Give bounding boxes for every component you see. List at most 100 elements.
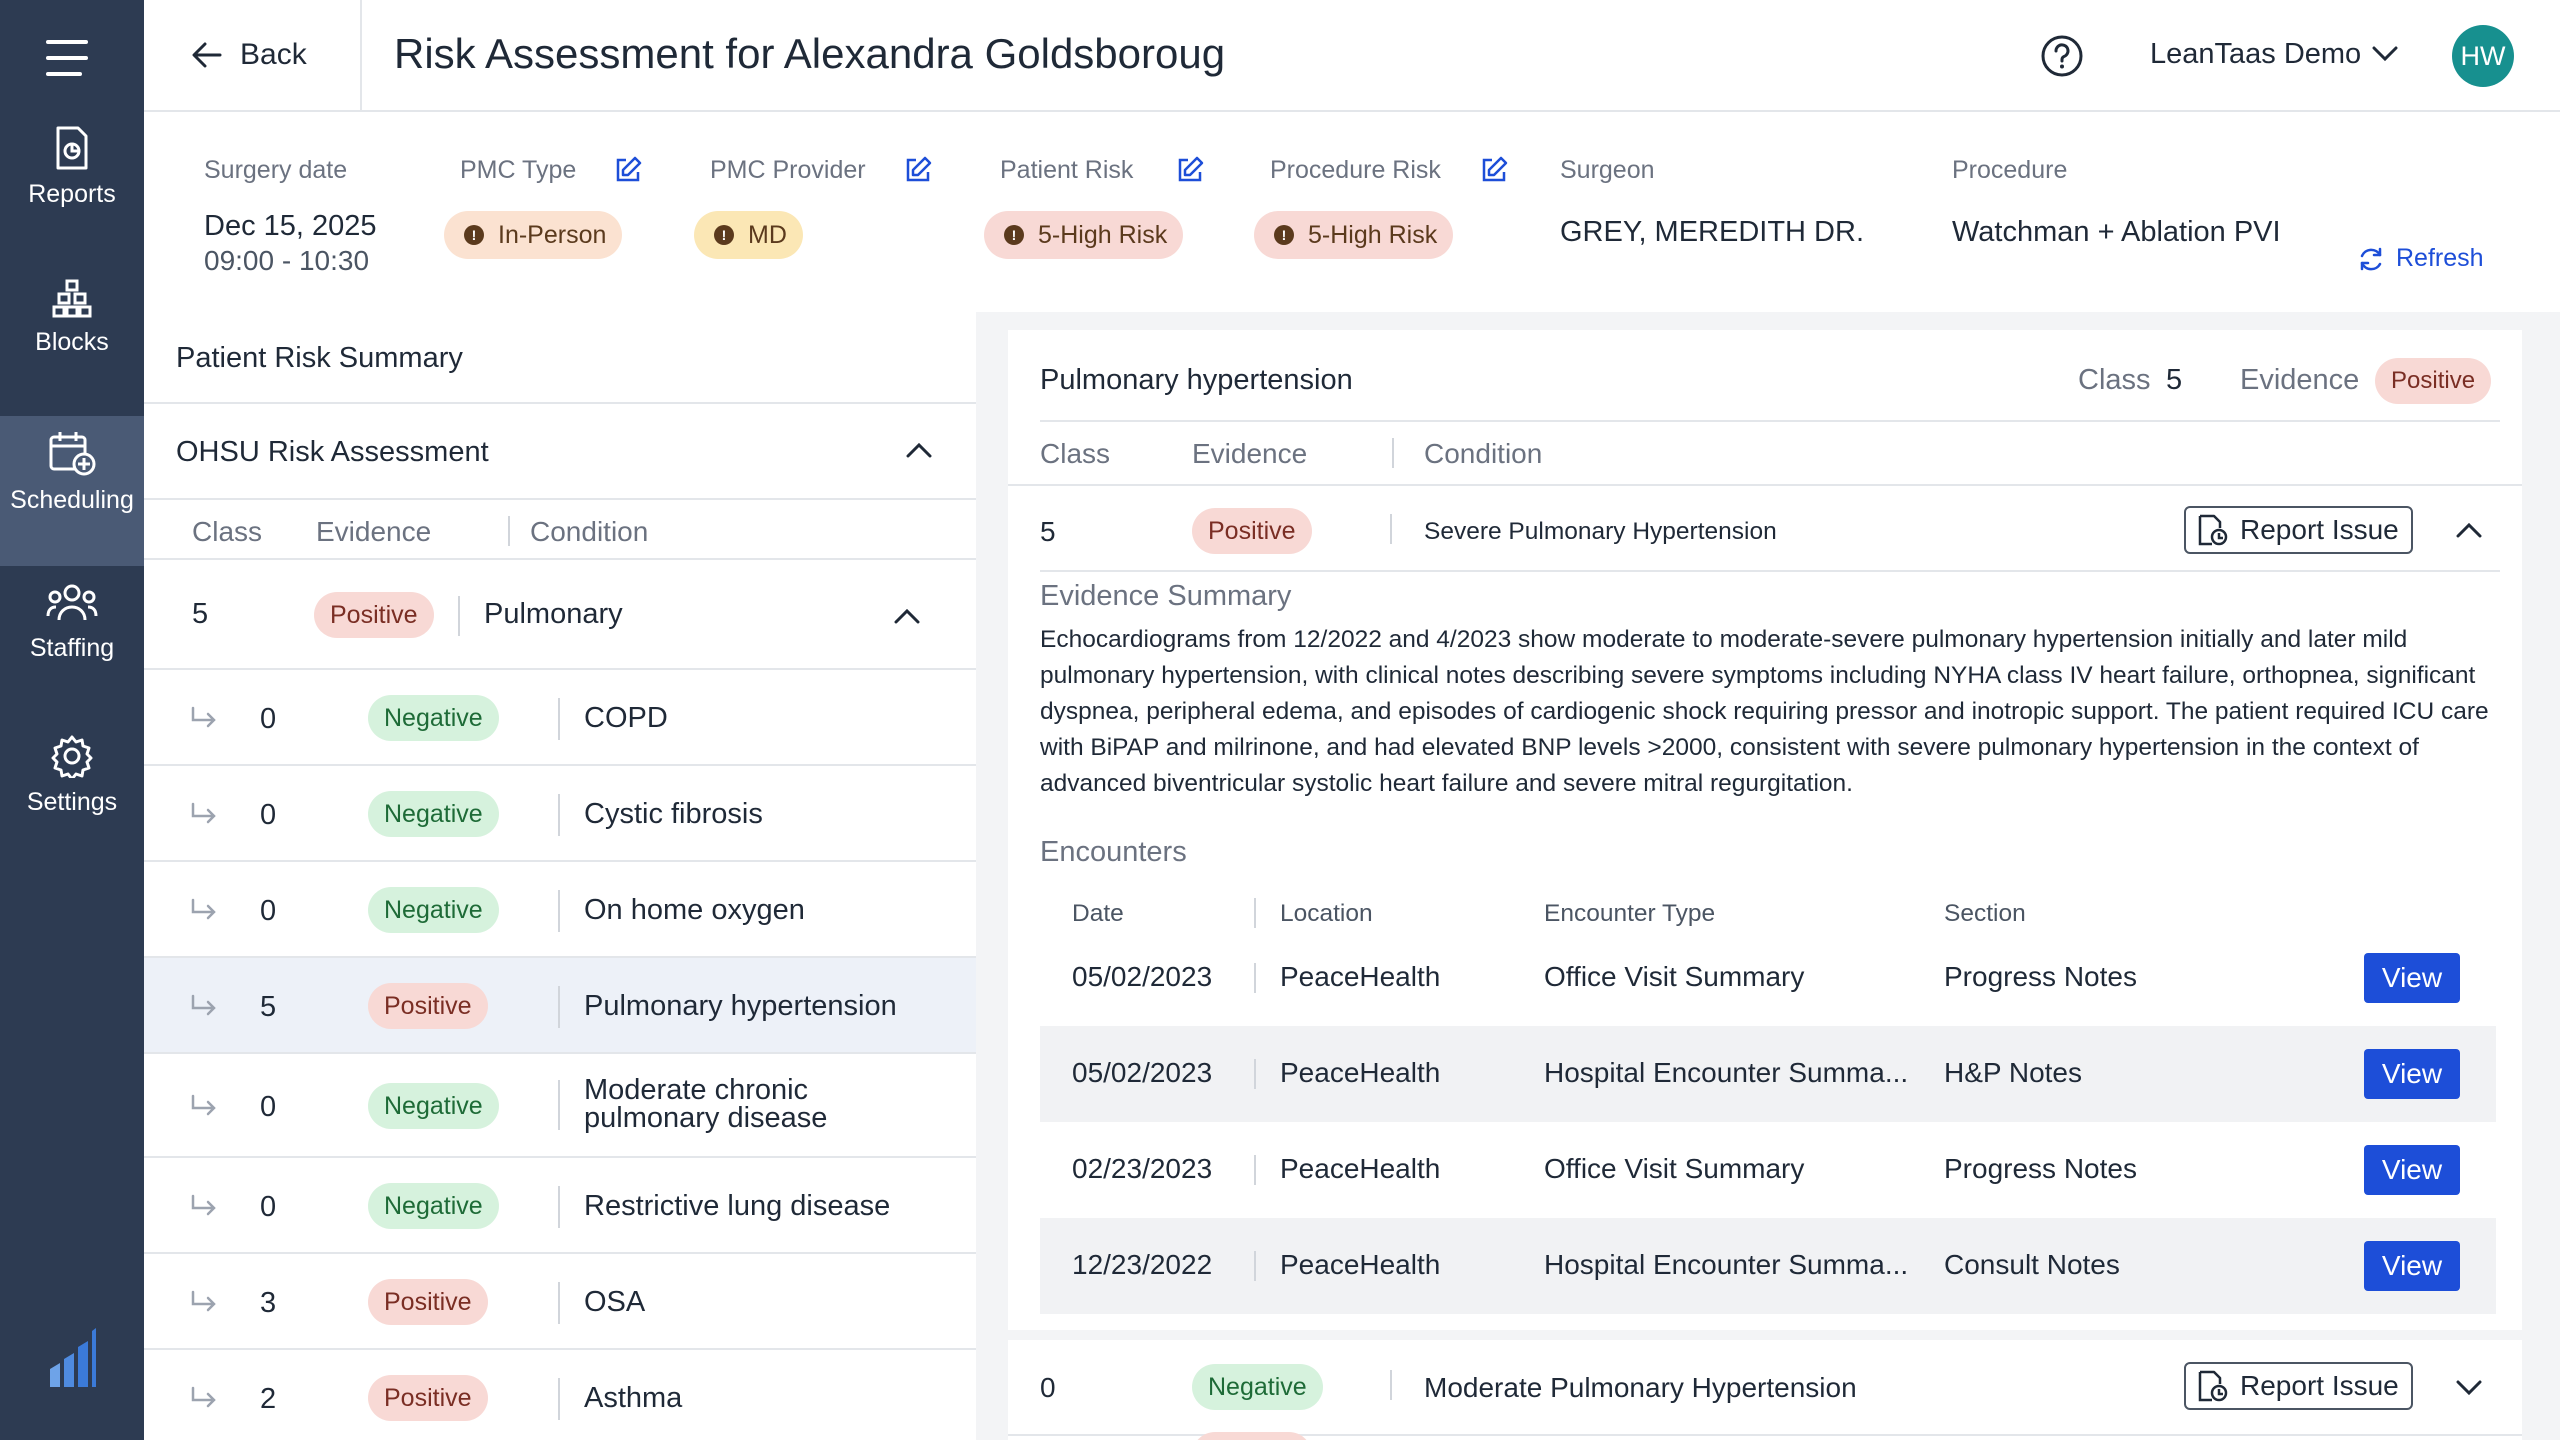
document-flag-icon — [2198, 514, 2228, 546]
back-button[interactable]: Back — [144, 0, 362, 110]
table-row-selected[interactable]: 5 Positive Pulmonary hypertension — [144, 958, 976, 1054]
help-icon[interactable] — [2040, 34, 2084, 78]
status-badge: Positive — [368, 983, 488, 1029]
status-badge: Positive — [1192, 508, 1312, 554]
edit-icon[interactable] — [904, 156, 932, 184]
table-row-parent[interactable]: 5 Positive Pulmonary — [144, 560, 976, 670]
sub-item-arrow-icon — [191, 1386, 216, 1408]
enc-location: PeaceHealth — [1280, 961, 1441, 992]
row-condition: Pulmonary hypertension — [584, 990, 897, 1022]
encounter-row: 05/02/2023 PeaceHealth Hospital Encounte… — [1040, 1026, 2496, 1122]
status-badge: Positive — [314, 592, 434, 638]
evidence-summary-text: Echocardiograms from 12/2022 and 4/2023 … — [1040, 626, 2489, 797]
edit-icon[interactable] — [1176, 156, 1204, 184]
condition-detail-card: Pulmonary hypertension Class 5 Evidence … — [1008, 330, 2522, 1440]
calendar-add-icon — [49, 432, 96, 476]
assessment-section-header[interactable]: OHSU Risk Assessment — [144, 404, 976, 500]
table-row[interactable]: 0 Negative Restrictive lung disease — [144, 1158, 976, 1254]
sidebar-item-label: Reports — [28, 180, 116, 208]
col-evidence: Evidence — [316, 516, 432, 547]
row-condition-line2: pulmonary disease — [584, 1102, 828, 1134]
sidebar-item-scheduling[interactable]: Scheduling — [0, 416, 144, 566]
patient-risk-pill: ! 5-High Risk — [984, 211, 1184, 259]
status-badge: Negative — [368, 791, 499, 837]
table-row[interactable]: 2 Positive Asthma — [144, 1350, 976, 1440]
edit-icon[interactable] — [1480, 156, 1508, 184]
report-issue-button[interactable]: Report Issue — [2184, 1362, 2413, 1410]
status-badge: Negative — [1192, 1364, 1323, 1410]
surgeon-label: Surgeon — [1560, 156, 1655, 184]
table-row[interactable]: 0 Negative Moderate chronic pulmonary di… — [144, 1054, 976, 1158]
chevron-up-icon[interactable] — [894, 608, 920, 624]
sub-item-arrow-icon — [191, 1194, 216, 1216]
info-icon: ! — [464, 225, 484, 245]
status-badge: Negative — [368, 695, 499, 741]
sub-item-arrow-icon — [191, 1290, 216, 1312]
row-condition: OSA — [584, 1286, 646, 1318]
status-badge: Negative — [368, 1083, 499, 1129]
view-button[interactable]: View — [2364, 1241, 2460, 1291]
pmc-provider-pill: ! MD — [694, 211, 803, 259]
item-separator — [1008, 1330, 2522, 1340]
table-row[interactable]: 0 Negative COPD — [144, 670, 976, 766]
avatar[interactable]: HW — [2452, 25, 2514, 87]
row-condition-line1: Moderate chronic — [584, 1074, 809, 1106]
encounter-row: 02/23/2023 PeaceHealth Office Visit Summ… — [1040, 1122, 2496, 1218]
view-button[interactable]: View — [2364, 953, 2460, 1003]
divider — [508, 516, 510, 546]
page-title: Risk Assessment for Alexandra Goldsborou… — [394, 30, 1226, 77]
item-condition: Moderate Pulmonary Hypertension — [1424, 1372, 1857, 1403]
enc-col-type: Encounter Type — [1544, 900, 1716, 927]
status-badge-partial — [1192, 1432, 1312, 1440]
enc-type: Office Visit Summary — [1544, 1153, 1805, 1184]
col-evidence: Evidence — [1192, 438, 1308, 469]
sidebar-item-settings[interactable]: Settings — [0, 734, 144, 884]
col-condition: Condition — [530, 516, 649, 547]
item-class: 5 — [1040, 516, 1056, 547]
detail-title: Pulmonary hypertension — [1040, 364, 1353, 396]
detail-class-label: Class — [2078, 364, 2151, 396]
sidebar-item-blocks[interactable]: Blocks — [0, 278, 144, 428]
chevron-up-icon[interactable] — [2456, 522, 2482, 538]
encounter-row: 12/23/2022 PeaceHealth Hospital Encounte… — [1040, 1218, 2496, 1314]
divider — [458, 596, 460, 636]
report-issue-label: Report Issue — [2240, 1370, 2399, 1401]
divider — [1390, 1370, 1392, 1400]
surgeon-name: GREY, MEREDITH DR. — [1560, 216, 1865, 248]
enc-section: Progress Notes — [1944, 961, 2137, 992]
table-row[interactable]: 0 Negative On home oxygen — [144, 862, 976, 958]
refresh-button[interactable]: Refresh — [2358, 244, 2484, 273]
chevron-down-icon[interactable] — [2456, 1380, 2482, 1396]
view-button[interactable]: View — [2364, 1049, 2460, 1099]
sub-item-arrow-icon — [191, 706, 216, 728]
info-icon: ! — [714, 225, 734, 245]
enc-col-date: Date — [1072, 900, 1124, 927]
row-condition: Asthma — [584, 1382, 683, 1414]
refresh-label: Refresh — [2396, 244, 2484, 272]
sub-item-arrow-icon — [191, 802, 216, 824]
enc-date: 02/23/2023 — [1072, 1153, 1213, 1184]
edit-icon[interactable] — [614, 156, 642, 184]
risk-summary-panel: Patient Risk Summary OHSU Risk Assessmen… — [144, 312, 976, 1440]
enc-col-location: Location — [1280, 900, 1373, 927]
detail-class-value: 5 — [2166, 364, 2183, 396]
procedure-label: Procedure — [1952, 156, 2068, 184]
hamburger-menu-icon[interactable] — [46, 38, 96, 78]
sidebar-item-staffing[interactable]: Staffing — [0, 582, 144, 732]
row-class: 0 — [260, 1091, 277, 1123]
enc-location: PeaceHealth — [1280, 1249, 1441, 1280]
chevron-down-icon[interactable] — [2372, 46, 2398, 62]
row-condition: Cystic fibrosis — [584, 798, 763, 830]
enc-location: PeaceHealth — [1280, 1057, 1441, 1088]
pmc-type-pill: ! In-Person — [444, 211, 623, 259]
chevron-up-icon[interactable] — [906, 442, 932, 458]
table-row[interactable]: 3 Positive OSA — [144, 1254, 976, 1350]
view-button[interactable]: View — [2364, 1145, 2460, 1195]
divider — [558, 794, 560, 836]
sidebar-item-reports[interactable]: Reports — [0, 126, 144, 276]
report-issue-button[interactable]: Report Issue — [2184, 506, 2413, 554]
table-row[interactable]: 0 Negative Cystic fibrosis — [144, 766, 976, 862]
account-name[interactable]: LeanTaas Demo — [2150, 38, 2361, 71]
procedure-risk-pill: ! 5-High Risk — [1254, 211, 1454, 259]
evidence-item-collapsed[interactable]: 0 Negative Moderate Pulmonary Hypertensi… — [1008, 1340, 2522, 1436]
